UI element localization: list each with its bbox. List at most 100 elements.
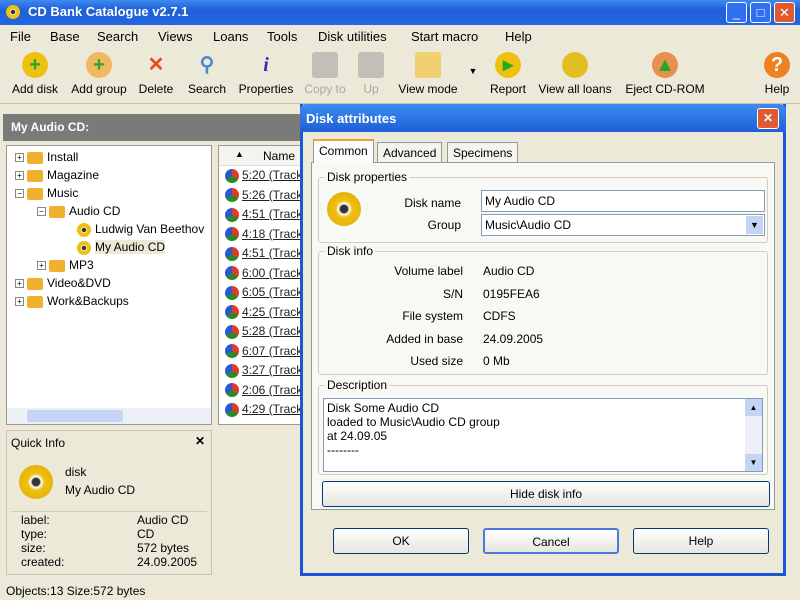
- folder-icon: [27, 277, 43, 290]
- menu-views[interactable]: Views: [158, 29, 192, 44]
- menu-loans[interactable]: Loans: [213, 29, 248, 44]
- list-item[interactable]: 6:05 (Track: [225, 285, 302, 300]
- tree-item-work-backups[interactable]: + Work&Backups: [15, 294, 129, 308]
- list-item[interactable]: 4:29 (Track: [225, 402, 302, 417]
- tree-item-video-dvd[interactable]: + Video&DVD: [15, 276, 111, 290]
- disk-name-label: Disk name: [404, 196, 461, 210]
- properties-button[interactable]: i Properties: [236, 52, 296, 96]
- eject-icon: ▲: [652, 52, 678, 78]
- menu-tools[interactable]: Tools: [267, 29, 297, 44]
- audio-track-icon: [225, 363, 239, 378]
- group-label: Description: [325, 378, 390, 392]
- menu-help[interactable]: Help: [505, 29, 532, 44]
- file-list[interactable]: ▲ Name 5:20 (Track 5:26 (Track 4:51 (Track…: [218, 145, 308, 425]
- list-item[interactable]: 6:00 (Track: [225, 266, 302, 281]
- copy-to-button[interactable]: Copy to: [302, 52, 348, 96]
- list-item[interactable]: 2:06 (Track: [225, 383, 302, 398]
- folder-tree[interactable]: + Install + Magazine − Music − Audio CD Ludw…: [6, 145, 212, 425]
- list-item[interactable]: 6:07 (Track: [225, 344, 302, 359]
- disk-name-input[interactable]: My Audio CD: [481, 190, 765, 212]
- tree-item-magazine[interactable]: + Magazine: [15, 168, 99, 182]
- disk-info-value: 0 Mb: [483, 354, 510, 368]
- audio-track-icon: [225, 188, 239, 203]
- description-group: Description Disk Some Audio CD loaded to …: [318, 378, 768, 475]
- sort-icon: ▲: [235, 149, 244, 159]
- cancel-button[interactable]: Cancel: [483, 528, 619, 554]
- tree-item-beethoven[interactable]: Ludwig Van Beethov: [77, 222, 204, 237]
- search-button[interactable]: ⚲ Search: [184, 52, 230, 96]
- panel-header: My Audio CD:: [3, 114, 303, 141]
- help-button[interactable]: ? Help: [760, 52, 794, 96]
- tree-item-my-audio-cd[interactable]: My Audio CD: [77, 240, 166, 255]
- menu-base[interactable]: Base: [50, 29, 80, 44]
- menu-start-macro[interactable]: Start macro: [411, 29, 478, 44]
- tree-horizontal-scrollbar[interactable]: [7, 408, 211, 424]
- close-quick-info-icon[interactable]: ✕: [195, 434, 205, 448]
- tree-item-mp3[interactable]: + MP3: [37, 258, 94, 272]
- group-select[interactable]: Music\Audio CD ▼: [481, 214, 765, 236]
- list-item[interactable]: 4:51 (Track: [225, 207, 302, 222]
- audio-track-icon: [225, 344, 239, 359]
- list-item[interactable]: 4:25 (Track: [225, 305, 302, 320]
- disk-info-value: CDFS: [483, 309, 516, 323]
- quick-info-key: size:: [21, 541, 46, 555]
- disk-info-value: 24.09.2005: [483, 331, 544, 346]
- report-button[interactable]: ▸ Report: [488, 52, 528, 96]
- tab-common[interactable]: Common: [313, 139, 374, 163]
- info-icon: i: [263, 54, 269, 76]
- description-line: --------: [327, 443, 359, 457]
- tree-item-music[interactable]: − Music: [15, 186, 78, 200]
- menu-bar: File Base Search Views Loans Tools Disk …: [0, 25, 800, 47]
- add-group-button[interactable]: + Add group: [68, 52, 130, 96]
- tree-item-install[interactable]: + Install: [15, 150, 78, 164]
- dialog-title: Disk attributes: [300, 104, 786, 132]
- eject-cd-rom-button[interactable]: ▲ Eject CD-ROM: [622, 52, 708, 96]
- tab-advanced[interactable]: Advanced: [377, 142, 443, 162]
- list-item[interactable]: 3:27 (Track: [225, 363, 302, 378]
- description-scrollbar[interactable]: ▲ ▼: [745, 399, 762, 471]
- delete-button[interactable]: ✕ Delete: [136, 52, 176, 96]
- quick-info-key: label:: [21, 513, 50, 527]
- disk-info-label: Used size: [410, 354, 463, 368]
- copy-icon: [312, 52, 338, 78]
- toolbar: + Add disk + Add group ✕ Delete ⚲ Search i Pr…: [0, 48, 800, 104]
- view-mode-dropdown[interactable]: ▼: [468, 66, 478, 76]
- view-mode-button[interactable]: View mode: [396, 52, 460, 96]
- minimize-button[interactable]: _: [726, 2, 747, 23]
- hide-disk-info-button[interactable]: Hide disk info: [322, 481, 770, 507]
- menu-disk-utilities[interactable]: Disk utilities: [318, 29, 387, 44]
- list-header: ▲ Name: [219, 146, 307, 166]
- group-label-text: Group: [427, 218, 461, 232]
- menu-file[interactable]: File: [10, 29, 31, 44]
- folder-icon: [27, 187, 43, 200]
- quick-info-key: created:: [21, 555, 65, 569]
- audio-track-icon: [225, 246, 239, 261]
- ok-button[interactable]: OK: [333, 528, 469, 554]
- chevron-down-icon[interactable]: ▼: [746, 216, 763, 234]
- tab-specimens[interactable]: Specimens: [447, 142, 519, 162]
- help-dialog-button[interactable]: Help: [633, 528, 769, 554]
- disk-info-group: Disk info Volume label Audio CD S/N 0195FEA…: [318, 244, 768, 375]
- list-item[interactable]: 4:51 (Track: [225, 246, 302, 261]
- maximize-button[interactable]: □: [750, 2, 771, 23]
- dialog-close-button[interactable]: ✕: [757, 108, 779, 129]
- scrollbar-thumb[interactable]: [27, 410, 123, 422]
- view-all-loans-button[interactable]: View all loans: [536, 52, 614, 96]
- list-item[interactable]: 5:20 (Track: [225, 168, 302, 183]
- description-textarea[interactable]: Disk Some Audio CD loaded to Music\Audio …: [323, 398, 763, 472]
- list-item[interactable]: 5:28 (Track: [225, 324, 302, 339]
- add-disk-button[interactable]: + Add disk: [8, 52, 62, 96]
- disk-info-value: 0195FEA6: [483, 286, 540, 301]
- group-label: Disk properties: [325, 170, 410, 184]
- audio-track-icon: [225, 285, 239, 300]
- up-button[interactable]: Up: [356, 52, 386, 96]
- list-item[interactable]: 4:18 (Track: [225, 227, 302, 242]
- tree-item-audio-cd[interactable]: − Audio CD: [37, 204, 120, 218]
- menu-search[interactable]: Search: [97, 29, 138, 44]
- list-item[interactable]: 5:26 (Track: [225, 188, 302, 203]
- audio-track-icon: [225, 305, 239, 320]
- folder-icon: [49, 259, 65, 272]
- disk-properties-group: Disk properties Disk name My Audio CD Gr…: [318, 170, 768, 243]
- close-button[interactable]: ✕: [774, 2, 795, 23]
- column-name[interactable]: Name: [263, 149, 295, 163]
